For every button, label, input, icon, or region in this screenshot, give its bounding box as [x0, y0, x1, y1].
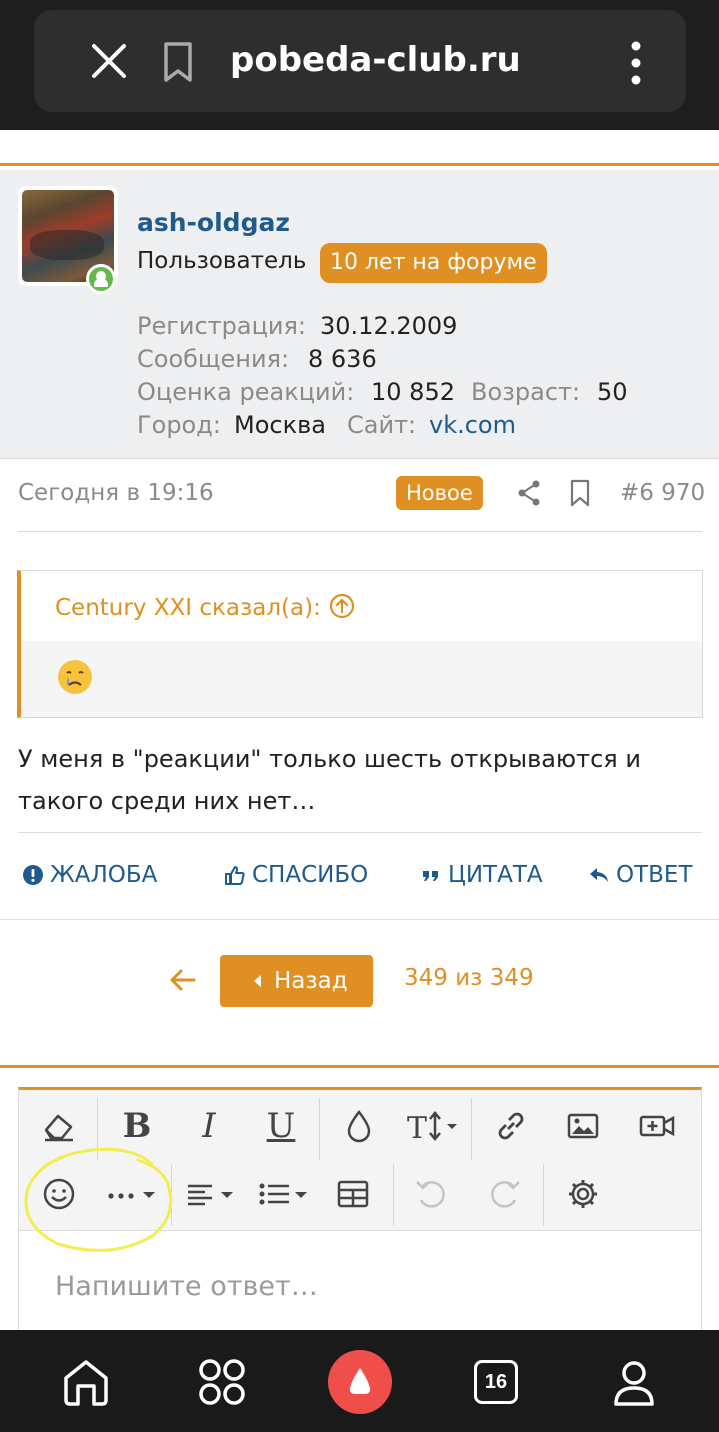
toolbar-separator: [171, 1164, 172, 1226]
svg-text:T: T: [407, 1111, 427, 1144]
reply-editor: B I U T Напишите ответ…: [18, 1087, 702, 1337]
back-label: Назад: [274, 968, 348, 994]
video-icon[interactable]: [633, 1102, 681, 1150]
address-bar[interactable]: pobeda-club.ru: [34, 10, 686, 112]
age-value: 50: [597, 378, 628, 406]
back-button[interactable]: Назад: [220, 955, 373, 1007]
italic-icon[interactable]: I: [185, 1102, 233, 1150]
profile-icon[interactable]: [606, 1354, 662, 1410]
toolbar-separator: [471, 1098, 472, 1160]
post-time[interactable]: Сегодня в 19:16: [18, 480, 214, 506]
divider: [18, 531, 702, 532]
messages-value: 8 636: [308, 345, 377, 373]
alert-icon: [23, 865, 43, 885]
settings-icon[interactable]: [559, 1170, 607, 1218]
quote-label: ЦИТАТА: [448, 862, 543, 888]
image-icon[interactable]: [559, 1102, 607, 1150]
color-drop-icon[interactable]: [335, 1102, 383, 1150]
bold-icon[interactable]: B: [113, 1102, 161, 1150]
messages-label: Сообщения:: [137, 345, 290, 373]
tabs-button[interactable]: 16: [468, 1354, 524, 1410]
arrow-left-icon[interactable]: [168, 965, 196, 995]
align-icon[interactable]: [181, 1170, 243, 1218]
divider: [18, 832, 702, 833]
toolbar-separator: [97, 1098, 98, 1160]
table-icon[interactable]: [329, 1170, 377, 1218]
arrow-up-circle-icon[interactable]: [329, 593, 355, 619]
toolbar-separator: [319, 1098, 320, 1160]
reply-button[interactable]: ОТВЕТ: [588, 862, 693, 888]
user-role: Пользователь: [137, 248, 307, 274]
close-icon[interactable]: [84, 36, 134, 86]
city-value: Москва: [234, 411, 326, 439]
section-divider: [0, 163, 719, 166]
page-counter[interactable]: 349 из 349: [404, 965, 534, 991]
reactions-value: 10 852: [371, 378, 455, 406]
site-link[interactable]: vk.com: [429, 411, 516, 439]
more-vertical-icon[interactable]: [624, 38, 648, 88]
quote-content: [21, 641, 702, 717]
post-meta: Сегодня в 19:16 Новое #6 970: [0, 460, 719, 530]
assistant-icon: [349, 1368, 371, 1394]
caret-left-icon: [254, 975, 261, 987]
browser-top-bar: pobeda-club.ru: [0, 0, 719, 130]
quote-author-text: Century XXI сказал(а):: [55, 595, 321, 621]
reactions-label: Оценка реакций:: [137, 378, 355, 406]
registration-value: 30.12.2009: [320, 312, 458, 340]
tabs-count: 16: [474, 1360, 518, 1404]
quote-button[interactable]: ЦИТАТА: [420, 862, 543, 888]
quote-icon: [423, 871, 438, 881]
quote-author-link[interactable]: Century XXI сказал(а):: [55, 593, 355, 621]
thumbs-up-icon: [225, 866, 245, 885]
text-size-icon[interactable]: T: [403, 1102, 467, 1150]
bookmark-icon[interactable]: [158, 40, 198, 84]
section-divider: [0, 1065, 719, 1068]
reply-input[interactable]: Напишите ответ…: [19, 1230, 701, 1340]
url-text[interactable]: pobeda-club.ru: [230, 40, 521, 80]
editor-toolbar: B I U T: [19, 1090, 701, 1230]
thanks-label: СПАСИБО: [252, 862, 369, 888]
quote-block: Century XXI сказал(а):: [17, 570, 703, 718]
registration-label: Регистрация:: [137, 312, 307, 340]
pagination: Назад 349 из 349: [0, 955, 719, 1007]
home-icon[interactable]: [58, 1354, 114, 1410]
quote-header: Century XXI сказал(а):: [21, 571, 702, 641]
undo-icon[interactable]: [407, 1170, 455, 1218]
toolbar-separator: [543, 1164, 544, 1226]
thanks-button[interactable]: СПАСИБО: [224, 862, 368, 888]
forum-post: ash-oldgaz Пользователь 10 лет на форуме…: [0, 170, 719, 920]
report-button[interactable]: ЖАЛОБА: [22, 862, 157, 888]
post-number[interactable]: #6 970: [620, 480, 705, 506]
redo-icon[interactable]: [481, 1170, 529, 1218]
assistant-button[interactable]: [328, 1350, 392, 1414]
age-label: Возраст:: [471, 378, 581, 406]
post-actions: ЖАЛОБА СПАСИБО ЦИТАТА ОТВЕТ: [0, 850, 719, 910]
underline-icon[interactable]: U: [257, 1102, 305, 1150]
author-info: ash-oldgaz Пользователь 10 лет на форуме…: [0, 170, 719, 459]
eraser-icon[interactable]: [35, 1102, 83, 1150]
share-icon[interactable]: [516, 478, 542, 508]
more-icon[interactable]: [101, 1170, 165, 1218]
username-link[interactable]: ash-oldgaz: [137, 208, 290, 237]
list-icon[interactable]: [255, 1170, 317, 1218]
reply-icon: [590, 868, 608, 882]
post-body: У меня в "реакции" только шесть открываю…: [18, 745, 641, 815]
services-grid-icon[interactable]: [194, 1354, 250, 1410]
new-badge: Новое: [396, 476, 483, 510]
reply-placeholder: Напишите ответ…: [55, 1271, 318, 1302]
toolbar-separator: [393, 1164, 394, 1226]
online-status-icon: [86, 264, 116, 294]
bookmark-post-icon[interactable]: [568, 478, 592, 508]
bottom-navigation: 16: [0, 1330, 719, 1432]
site-label: Сайт:: [347, 411, 417, 439]
crying-face-emoji: [58, 660, 92, 694]
reply-label: ОТВЕТ: [616, 862, 693, 888]
city-label: Город:: [137, 411, 221, 439]
link-icon[interactable]: [487, 1102, 535, 1150]
report-label: ЖАЛОБА: [50, 862, 158, 888]
smiley-icon[interactable]: [35, 1170, 83, 1218]
user-badge: 10 лет на форуме: [320, 243, 547, 283]
